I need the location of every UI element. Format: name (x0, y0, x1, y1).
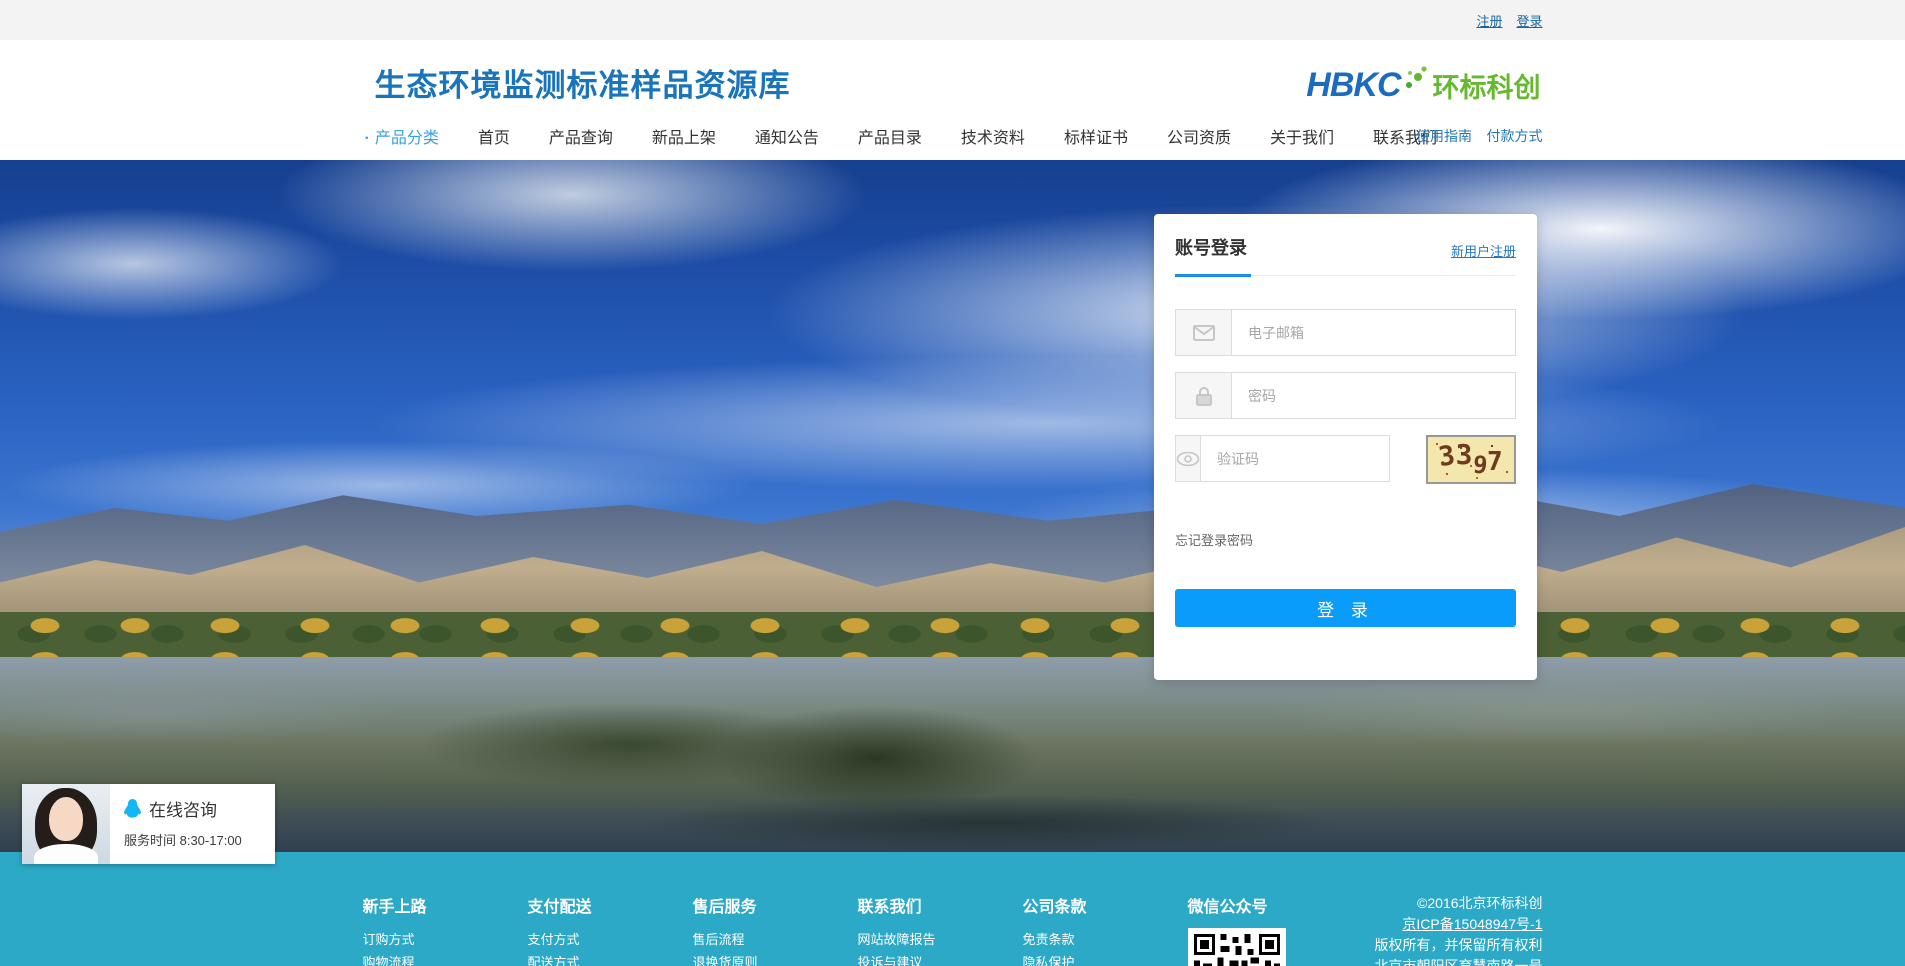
online-chat-widget[interactable]: 在线咨询 服务时间 8:30-17:00 (22, 784, 275, 864)
login-link[interactable]: 登录 (1516, 11, 1542, 30)
footer-col-contact: 联系我们 网站故障报告 投诉与建议 (858, 893, 1023, 966)
lock-icon (1176, 373, 1232, 418)
site-header: 生态环境监测标准样品资源库 HBKC 环标科创 产品分类 首页 产品查询 新品上… (0, 40, 1905, 160)
footer-col-beginners: 新手上路 订购方式 购物流程 (363, 893, 528, 966)
footer-col-payment-delivery: 支付配送 支付方式 配送方式 (528, 893, 693, 966)
footer-col-after-sales: 售后服务 售后流程 退换货原则 (693, 893, 858, 966)
nav-item-technical-docs[interactable]: 技术资料 (961, 124, 1025, 148)
footer-link-order-method[interactable]: 订购方式 (363, 928, 528, 951)
agent-avatar (22, 784, 110, 864)
captcha-digit: 7 (1487, 449, 1503, 475)
nav-item-notices[interactable]: 通知公告 (755, 124, 819, 148)
footer-link-shopping-process[interactable]: 购物流程 (363, 951, 528, 966)
new-user-register-link[interactable]: 新用户注册 (1451, 241, 1516, 260)
copyright-rights: 版权所有，并保留所有权利 (1375, 935, 1543, 956)
footer-col-title: 支付配送 (528, 893, 693, 917)
nav-item-product-category[interactable]: 产品分类 (365, 124, 439, 148)
captcha-image[interactable]: 3 3 9 7 (1426, 435, 1516, 484)
footer-link-privacy[interactable]: 隐私保护 (1023, 951, 1188, 966)
email-row (1175, 309, 1516, 356)
footer-link-complaints[interactable]: 投诉与建议 (858, 951, 1023, 966)
footer-link-site-fault-report[interactable]: 网站故障报告 (858, 928, 1023, 951)
register-link[interactable]: 注册 (1476, 11, 1502, 30)
footer-link-delivery-method[interactable]: 配送方式 (528, 951, 693, 966)
company-logo: HBKC 环标科创 (1306, 66, 1540, 105)
footer-col-title: 联系我们 (858, 893, 1023, 917)
qq-penguin-icon (124, 799, 141, 819)
chat-title: 在线咨询 (149, 796, 217, 821)
copyright-company: ©2016北京环标科创 (1375, 893, 1543, 914)
footer-link-disclaimer[interactable]: 免责条款 (1023, 928, 1188, 951)
password-field[interactable] (1232, 373, 1515, 418)
eye-icon (1176, 436, 1201, 481)
footer-link-return-policy[interactable]: 退换货原则 (693, 951, 858, 966)
nav-item-about-us[interactable]: 关于我们 (1270, 124, 1334, 148)
logo-hbkc-text: HBKC (1306, 66, 1400, 105)
wechat-qr-code (1188, 928, 1286, 966)
footer-col-title: 售后服务 (693, 893, 858, 917)
wechat-title: 微信公众号 (1188, 893, 1338, 917)
nav-item-product-catalog[interactable]: 产品目录 (858, 124, 922, 148)
footer-col-title: 公司条款 (1023, 893, 1188, 917)
hero-lake-image (0, 657, 1905, 852)
avatar-shirt (34, 844, 98, 864)
login-card: 账号登录 新用户注册 (1154, 214, 1537, 680)
nav-item-company-qualification[interactable]: 公司资质 (1167, 124, 1231, 148)
copyright-block: ©2016北京环标科创 京ICP备15048947号-1 版权所有，并保留所有权… (1375, 893, 1543, 966)
nav-item-new-arrivals[interactable]: 新品上架 (652, 124, 716, 148)
forgot-password-link[interactable]: 忘记登录密码 (1175, 530, 1516, 549)
icp-license-link[interactable]: 京ICP备15048947号-1 (1402, 916, 1542, 932)
footer-col-title: 新手上路 (363, 893, 528, 917)
site-title: 生态环境监测标准样品资源库 (375, 60, 791, 105)
password-row (1175, 372, 1516, 419)
chat-service-hours: 服务时间 8:30-17:00 (124, 830, 275, 849)
captcha-digit: 3 (1456, 441, 1473, 469)
site-footer: 新手上路 订购方式 购物流程 支付配送 支付方式 配送方式 售后服务 售后流程 … (0, 852, 1905, 966)
nav-item-sample-certificates[interactable]: 标样证书 (1064, 124, 1128, 148)
avatar-face (49, 797, 83, 841)
login-submit-button[interactable]: 登 录 (1175, 589, 1516, 627)
footer-link-aftersales-process[interactable]: 售后流程 (693, 928, 858, 951)
user-guide-link[interactable]: 使用指南 (1416, 128, 1472, 144)
hero-lake-reflections (0, 657, 1905, 852)
payment-method-link[interactable]: 付款方式 (1487, 128, 1543, 144)
footer-link-payment-method[interactable]: 支付方式 (528, 928, 693, 951)
footer-col-wechat: 微信公众号 (1188, 893, 1338, 966)
header-aux-links: 使用指南 付款方式 (1406, 126, 1542, 146)
nav-item-home[interactable]: 首页 (478, 124, 510, 148)
envelope-icon (1176, 310, 1232, 355)
logo-dots-icon (1403, 65, 1429, 91)
active-tab-underline (1175, 274, 1251, 277)
logo-company-name: 环标科创 (1433, 66, 1541, 105)
captcha-row (1175, 435, 1390, 482)
login-card-title: 账号登录 (1175, 234, 1247, 260)
nav-item-product-search[interactable]: 产品查询 (549, 124, 613, 148)
main-nav: 产品分类 首页 产品查询 新品上架 通知公告 产品目录 技术资料 标样证书 公司… (365, 124, 1438, 148)
hero-banner: 账号登录 新用户注册 (0, 160, 1905, 852)
hero-treeline-image (0, 612, 1905, 660)
email-field[interactable] (1232, 310, 1515, 355)
captcha-digit: 3 (1437, 442, 1457, 471)
company-address: 北京市朝阳区育慧南路一号 (1375, 956, 1543, 966)
captcha-field[interactable] (1201, 436, 1414, 481)
captcha-digit: 9 (1471, 452, 1487, 477)
footer-col-terms: 公司条款 免责条款 隐私保护 (1023, 893, 1188, 966)
topbar: 注册 登录 (0, 0, 1905, 40)
